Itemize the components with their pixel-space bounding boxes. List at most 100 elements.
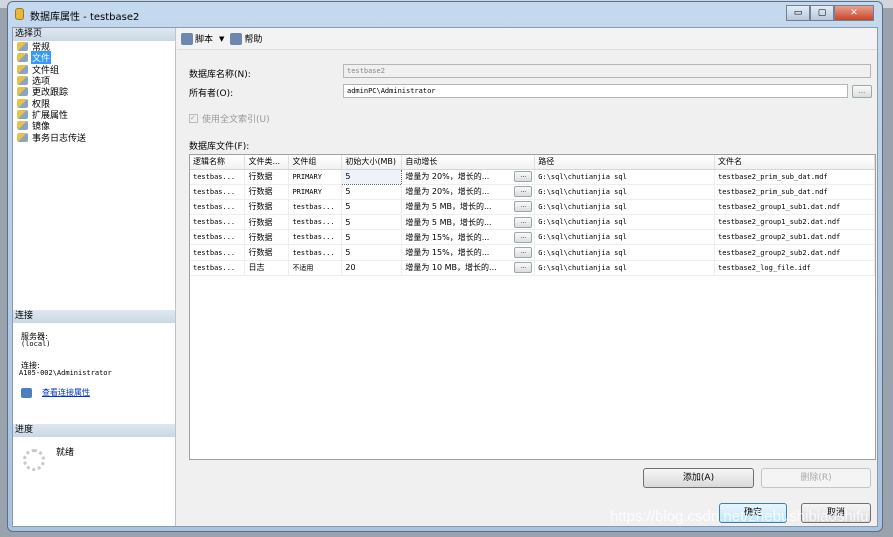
table-row[interactable]: testbas... 行数据 testbas... 5... 增量为 15%，增长的..… bbox=[190, 244, 875, 261]
grid-cell[interactable]: testbase2_group2_sub1.dat.ndf bbox=[714, 229, 875, 246]
grid-cell[interactable]: testbas... bbox=[190, 199, 246, 216]
grid-cell[interactable]: 行数据 bbox=[244, 169, 290, 185]
database-files-grid: 逻辑名称 文件类... 文件组 初始大小(MB) 自动增长 路径 文件名 testbas..… bbox=[189, 154, 876, 460]
grid-cell[interactable]: 行数据 bbox=[244, 184, 290, 200]
grid-cell[interactable]: ... 增量为 10 MB，增长的... bbox=[401, 260, 536, 276]
grid-cell[interactable]: testbas... bbox=[190, 169, 246, 185]
table-row[interactable]: testbas... 行数据 testbas... 5... 增量为 15%，增长的..… bbox=[190, 229, 875, 246]
page-icon bbox=[17, 87, 28, 97]
column-header[interactable]: 文件组 bbox=[288, 155, 343, 170]
grid-cell[interactable]: testbas... bbox=[288, 199, 343, 216]
cell-text: G:\sql\chutianjia sql bbox=[538, 218, 627, 227]
grid-cell[interactable]: G:\sql\chutianjia sql bbox=[534, 214, 716, 231]
autogrowth-edit-button[interactable]: ... bbox=[514, 186, 533, 198]
fulltext-checkbox[interactable]: ✓ bbox=[189, 114, 198, 123]
grid-cell[interactable]: ... 增量为 15%，增长的... bbox=[401, 229, 536, 246]
table-row[interactable]: testbas... 行数据 PRIMARY 5... 增量为 20%，增长的... G:… bbox=[190, 168, 875, 185]
page-icon bbox=[17, 98, 28, 108]
grid-cell[interactable]: testbas... bbox=[190, 244, 246, 261]
cell-text: G:\sql\chutianjia sql bbox=[538, 187, 627, 196]
grid-cell[interactable]: ... 增量为 20%，增长的... bbox=[401, 184, 536, 200]
help-button[interactable]: 帮助 bbox=[230, 32, 262, 45]
grid-cell[interactable]: 行数据 bbox=[244, 214, 290, 231]
grid-cell[interactable]: PRIMARY bbox=[288, 169, 343, 185]
sidebar-item[interactable]: 事务日志传送 bbox=[13, 131, 175, 144]
grid-cell[interactable]: testbas... bbox=[288, 214, 343, 231]
grid-cell[interactable]: ... 增量为 5 MB，增长的... bbox=[401, 214, 536, 231]
add-button[interactable]: 添加(A) bbox=[643, 468, 754, 488]
grid-cell[interactable]: 行数据 bbox=[244, 229, 290, 246]
grid-cell[interactable]: testbas... bbox=[288, 244, 343, 261]
grid-cell[interactable]: testbase2_prim_sub_dat.ndf bbox=[714, 184, 875, 200]
owner-browse-button[interactable]: ... bbox=[852, 85, 872, 98]
table-row[interactable]: testbas... 行数据 testbas... 5... 增量为 5 MB，增长的.… bbox=[190, 214, 875, 231]
grid-cell[interactable]: testbas... bbox=[190, 214, 246, 231]
column-header[interactable]: 路径 bbox=[534, 155, 716, 170]
grid-cell[interactable]: 20 bbox=[341, 260, 403, 276]
grid-cell[interactable]: ... 增量为 5 MB，增长的... bbox=[401, 199, 536, 216]
grid-cell[interactable]: G:\sql\chutianjia sql bbox=[534, 244, 716, 261]
autogrowth-edit-button[interactable]: ... bbox=[514, 231, 533, 243]
grid-cell[interactable]: 5 bbox=[341, 244, 403, 261]
cell-text: testbase2_prim_sub_dat.mdf bbox=[718, 172, 828, 181]
grid-cell[interactable]: 5 bbox=[341, 168, 403, 185]
grid-cell[interactable]: 行数据 bbox=[244, 244, 290, 261]
connection-header: 连接 bbox=[13, 310, 175, 323]
grid-cell[interactable]: G:\sql\chutianjia sql bbox=[534, 169, 716, 185]
autogrowth-edit-button[interactable]: ... bbox=[514, 216, 533, 228]
grid-cell[interactable]: G:\sql\chutianjia sql bbox=[534, 199, 716, 216]
grid-cell[interactable]: G:\sql\chutianjia sql bbox=[534, 260, 716, 276]
grid-cell[interactable]: testbase2_prim_sub_dat.mdf bbox=[714, 169, 875, 185]
grid-cell[interactable]: testbas... bbox=[190, 260, 246, 276]
column-header[interactable]: 文件名 bbox=[714, 155, 875, 170]
autogrowth-edit-button[interactable]: ... bbox=[514, 171, 533, 183]
owner-field[interactable]: adminPC\Administrator bbox=[343, 84, 848, 98]
remove-button[interactable]: 删除(R) bbox=[761, 468, 871, 488]
close-button[interactable]: ✕ bbox=[834, 5, 874, 21]
table-row[interactable]: testbas... 日志 不适用 20... 增量为 10 MB，增长的... G:\s… bbox=[190, 260, 875, 276]
maximize-button[interactable]: ▢ bbox=[810, 5, 834, 21]
cell-text: 行数据 bbox=[248, 172, 273, 182]
script-button[interactable]: 脚本 bbox=[181, 32, 213, 45]
cell-text: 增量为 5 MB，增长的... bbox=[405, 217, 492, 227]
grid-cell[interactable]: 5 bbox=[341, 229, 403, 246]
grid-cell[interactable]: 5 bbox=[341, 199, 403, 216]
grid-cell[interactable]: testbas... bbox=[190, 184, 246, 200]
grid-cell[interactable]: PRIMARY bbox=[288, 184, 343, 200]
autogrowth-edit-button[interactable]: ... bbox=[514, 201, 533, 213]
column-header[interactable]: 初始大小(MB) bbox=[341, 155, 403, 170]
connection-properties-icon bbox=[21, 387, 32, 398]
grid-cell[interactable]: 不适用 bbox=[288, 260, 343, 276]
grid-cell[interactable]: testbas... bbox=[288, 229, 343, 246]
table-row[interactable]: testbas... 行数据 PRIMARY 5... 增量为 20%，增长的... G:… bbox=[190, 184, 875, 200]
grid-cell[interactable]: G:\sql\chutianjia sql bbox=[534, 184, 716, 200]
cell-text: testbas... bbox=[193, 263, 236, 272]
grid-cell[interactable]: testbase2_group2_sub2.dat.ndf bbox=[714, 244, 875, 261]
minimize-button[interactable]: ▭ bbox=[786, 5, 810, 21]
grid-cell[interactable]: 行数据 bbox=[244, 199, 290, 216]
cell-text: 增量为 20%，增长的... bbox=[405, 172, 490, 182]
autogrowth-edit-button[interactable]: ... bbox=[514, 247, 533, 259]
cell-text: G:\sql\chutianjia sql bbox=[538, 172, 627, 181]
autogrowth-edit-button[interactable]: ... bbox=[514, 262, 533, 274]
grid-cell[interactable]: ... 增量为 15%，增长的... bbox=[401, 244, 536, 261]
script-dropdown[interactable]: ▼ bbox=[219, 35, 224, 43]
column-header[interactable]: 文件类... bbox=[244, 155, 290, 170]
cell-text: PRIMARY bbox=[292, 187, 322, 196]
column-header[interactable]: 逻辑名称 bbox=[190, 155, 246, 170]
grid-cell[interactable]: 5 bbox=[341, 214, 403, 231]
sidebar: 选择页 常规 文件 文件组 选项 更改跟踪 权限 扩展属性 镜像 事务日志传送 连接 服务器: … bbox=[13, 28, 176, 526]
grid-cell[interactable]: G:\sql\chutianjia sql bbox=[534, 229, 716, 246]
view-connection-properties-link[interactable]: 查看连接属性 bbox=[42, 387, 90, 398]
grid-cell[interactable]: testbas... bbox=[190, 229, 246, 246]
column-header[interactable]: 自动增长 bbox=[401, 155, 536, 170]
window-title: 数据库属性 - testbase2 bbox=[30, 12, 140, 23]
sidebar-item-label: 事务日志传送 bbox=[32, 133, 87, 144]
grid-cell[interactable]: 日志 bbox=[244, 260, 290, 276]
grid-cell[interactable]: testbase2_group1_sub2.dat.ndf bbox=[714, 214, 875, 231]
grid-cell[interactable]: testbase2_log_file.idf bbox=[714, 260, 875, 276]
grid-cell[interactable]: 5 bbox=[341, 184, 403, 200]
table-row[interactable]: testbas... 行数据 testbas... 5... 增量为 5 MB，增长的.… bbox=[190, 199, 875, 216]
grid-cell[interactable]: ... 增量为 20%，增长的... bbox=[401, 169, 536, 185]
grid-cell[interactable]: testbase2_group1_sub1.dat.ndf bbox=[714, 199, 875, 216]
